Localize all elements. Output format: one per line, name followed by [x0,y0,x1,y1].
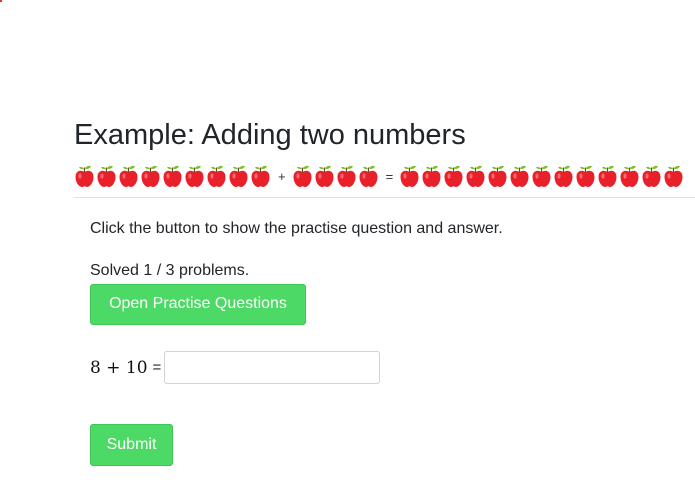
apple-icon [315,165,334,187]
operator: + [106,357,121,378]
operand-a: 8 [90,357,101,378]
apple-icon [422,165,441,187]
apple-icon [576,165,595,187]
apple-icon [185,165,204,187]
section-divider [74,197,695,198]
apple-icon [444,165,463,187]
apple-icon [163,165,182,187]
plus-sign: + [278,169,286,184]
apple-icon [488,165,507,187]
corner-marker [0,0,2,2]
right-apple-group [292,164,380,188]
apple-icon [337,165,356,187]
apple-icon [664,165,683,187]
solved-status: Solved 1 / 3 problems. [90,262,250,279]
left-apple-group [74,164,272,188]
question-equals: = [152,359,162,376]
result-apple-group [399,164,685,188]
apple-icon [75,165,94,187]
apple-icon [229,165,248,187]
apple-icon [293,165,312,187]
submit-button[interactable]: Submit [90,424,173,466]
apple-icon [466,165,485,187]
apple-equation: + = [74,160,695,188]
operand-b: 10 [125,357,148,378]
instructions-text: Click the button to show the practise qu… [90,220,503,237]
apple-icon [251,165,270,187]
question-row: 8 + 10 = [90,351,695,384]
example-container: Example: Adding two numbers + = Click th… [74,117,695,466]
apple-icon [642,165,661,187]
apple-icon [400,165,419,187]
apple-icon [598,165,617,187]
apple-icon [620,165,639,187]
apple-icon [119,165,138,187]
apple-icon [359,165,378,187]
apple-icon [207,165,226,187]
apple-icon [532,165,551,187]
apple-icon [141,165,160,187]
practise-panel: Click the button to show the practise qu… [74,219,695,466]
apple-icon [510,165,529,187]
equals-sign: = [385,169,394,184]
apple-icon [97,165,116,187]
open-practise-questions-button[interactable]: Open Practise Questions [90,284,306,325]
answer-input[interactable] [164,351,381,384]
apple-icon [554,165,573,187]
question-expression: 8 + 10 [90,358,148,378]
page-title: Example: Adding two numbers [74,119,466,151]
